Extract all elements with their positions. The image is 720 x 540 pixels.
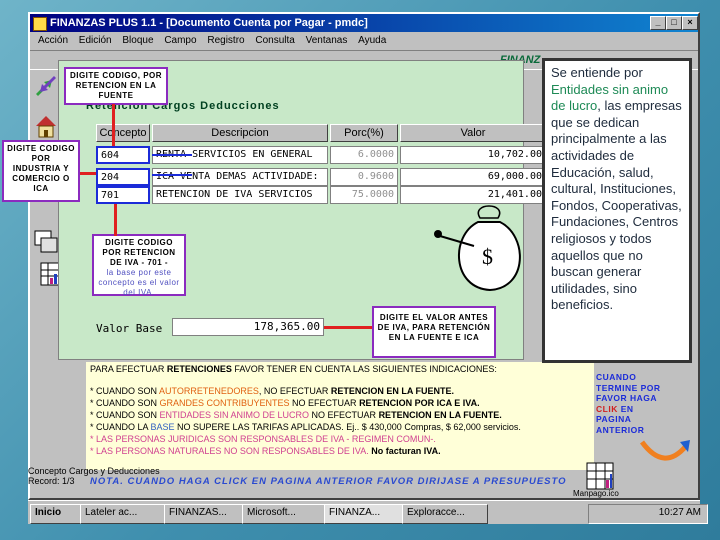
- valor-base-label: Valor Base: [96, 322, 163, 335]
- pointer-line: [152, 174, 192, 176]
- app-icon: [33, 17, 47, 31]
- taskbar-item[interactable]: Lateler ac...: [80, 504, 166, 524]
- nota-text: NOTA. CUANDO HAGA CLICK EN PAGINA ANTERI…: [90, 476, 567, 487]
- taskbar-item-active[interactable]: FINANZA...: [324, 504, 404, 524]
- callout-iva: DIGITE CODIGO POR RETENCION DE IVA - 701…: [92, 234, 186, 297]
- col-descripcion: Descripcion: [152, 124, 328, 142]
- spreadsheet-icon[interactable]: [40, 262, 60, 286]
- clock: 10:27 AM: [588, 504, 708, 524]
- descripcion-field: ICA VENTA DEMAS ACTIVIDADE:: [152, 168, 328, 186]
- windows-icon[interactable]: [32, 228, 60, 256]
- svg-text:$: $: [482, 244, 493, 269]
- connector-line: [112, 104, 115, 146]
- callout-ica: DIGITE CODIGO POR INDUSTRIA Y COMERCIO O…: [2, 140, 80, 202]
- valor-base-input[interactable]: 178,365.00: [172, 318, 324, 336]
- pointer-line: [152, 154, 192, 156]
- callout-iva-main: DIGITE CODIGO POR RETENCION DE IVA - 701…: [102, 238, 176, 267]
- info-line-6: * LAS PERSONAS NATURALES NO SON RESPONSA…: [90, 446, 441, 456]
- concepto-input[interactable]: 701: [96, 186, 150, 204]
- concepto-input[interactable]: 204: [96, 168, 150, 186]
- taskbar: Inicio Lateler ac... FINANZAS... Microso…: [28, 489, 708, 524]
- close-button[interactable]: ×: [682, 16, 698, 30]
- panel-text-c: , las empresas que se dedican principalm…: [551, 98, 682, 313]
- tray-label: Manpago.ico: [573, 489, 619, 498]
- menu-ayuda[interactable]: Ayuda: [358, 35, 386, 46]
- minimize-button[interactable]: _: [650, 16, 666, 30]
- callout-retencion-fuente: DIGITE CODIGO, POR RETENCION EN LA FUENT…: [64, 67, 168, 105]
- col-porcentaje: Porc(%): [330, 124, 398, 142]
- menu-accion[interactable]: Acción: [38, 35, 68, 46]
- info-line-1: * CUANDO SON AUTORRETENEDORES, NO EFECTU…: [90, 386, 455, 396]
- info-intro: PARA EFECTUAR RETENCIONES FAVOR TENER EN…: [90, 364, 497, 374]
- menu-ventanas[interactable]: Ventanas: [306, 35, 348, 46]
- valor-field: 10,702.00: [400, 146, 546, 164]
- title-bar: FINANZAS PLUS 1.1 - [Documento Cuenta po…: [30, 14, 698, 32]
- menu-registro[interactable]: Registro: [207, 35, 244, 46]
- menu-campo[interactable]: Campo: [164, 35, 196, 46]
- col-concepto: Concepto: [96, 124, 150, 142]
- connector-line: [324, 326, 372, 329]
- window-title: FINANZAS PLUS 1.1 - [Documento Cuenta po…: [50, 17, 368, 29]
- col-valor: Valor: [400, 124, 546, 142]
- menu-bar: Acción Edición Bloque Campo Registro Con…: [30, 33, 698, 49]
- taskbar-item[interactable]: Microsoft...: [242, 504, 326, 524]
- panel-text-a: Se entiende por: [551, 65, 643, 80]
- start-button[interactable]: Inicio: [30, 504, 82, 524]
- maximize-button[interactable]: □: [666, 16, 682, 30]
- callout-valor: DIGITE EL VALOR ANTES DE IVA, PARA RETEN…: [372, 306, 496, 358]
- connector-line: [114, 204, 117, 236]
- connector-line: [80, 172, 96, 175]
- home-icon[interactable]: [32, 112, 60, 140]
- arrows-icon[interactable]: [32, 72, 60, 100]
- descripcion-field: RETENCION DE IVA SERVICIOS: [152, 186, 328, 204]
- info-line-2: * CUANDO SON GRANDES CONTRIBUYENTES NO E…: [90, 398, 480, 408]
- previous-page-arrow-icon[interactable]: [636, 438, 692, 470]
- info-line-4: * CUANDO LA BASE NO SUPERE LAS TARIFAS A…: [90, 422, 521, 432]
- info-line-5: * LAS PERSONAS JURIDICAS SON RESPONSABLE…: [90, 434, 436, 444]
- callout-iva-sub: la base por este concepto es el valor de…: [98, 268, 180, 297]
- menu-edicion[interactable]: Edición: [79, 35, 112, 46]
- status-line-1: Concepto Cargos y Deducciones: [28, 466, 160, 476]
- porcentaje-field: 75.0000: [330, 186, 398, 204]
- porcentaje-field: 6.0000: [330, 146, 398, 164]
- spreadsheet-chart-icon[interactable]: [586, 462, 614, 490]
- money-bag-icon: $: [434, 205, 521, 292]
- terminar-note: CUANDO TERMINE POR FAVOR HAGA CLIK EN PA…: [596, 372, 661, 435]
- info-line-3: * CUANDO SON ENTIDADES SIN ANIMO DE LUCR…: [90, 410, 502, 420]
- menu-consulta[interactable]: Consulta: [255, 35, 294, 46]
- info-box: PARA EFECTUAR RETENCIONES FAVOR TENER EN…: [86, 362, 594, 470]
- definition-panel: Se entiende por Entidades sin animo de l…: [542, 58, 692, 363]
- concepto-input[interactable]: 604: [96, 146, 150, 164]
- porcentaje-field: 0.9600: [330, 168, 398, 186]
- menu-bloque[interactable]: Bloque: [122, 35, 153, 46]
- taskbar-item[interactable]: Exploracce...: [402, 504, 488, 524]
- valor-field: 69,000.00: [400, 168, 546, 186]
- taskbar-item[interactable]: FINANZAS...: [164, 504, 244, 524]
